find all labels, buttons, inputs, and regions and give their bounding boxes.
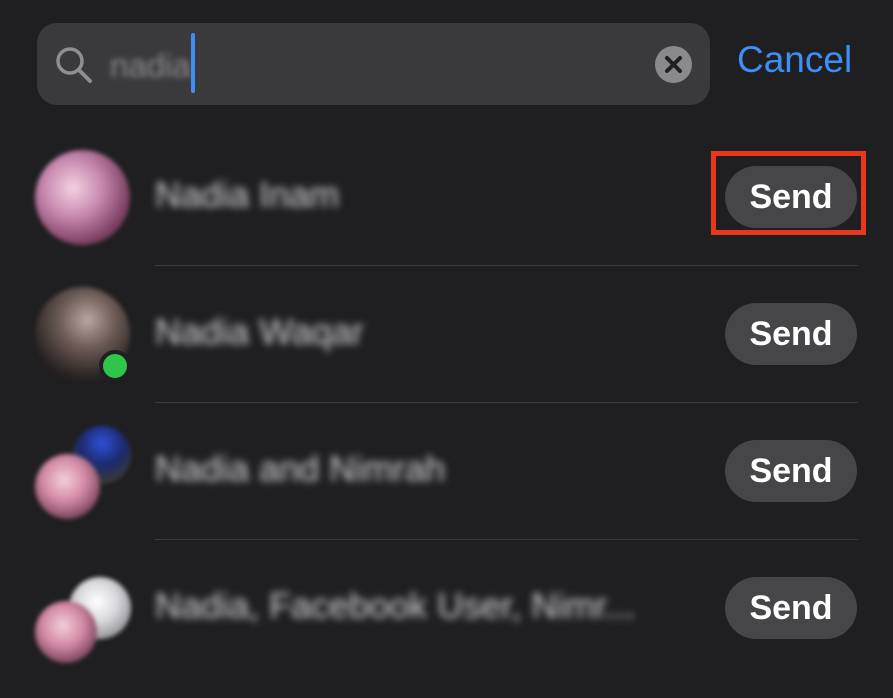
divider [155,539,858,540]
send-button[interactable]: Send [725,577,857,639]
contact-name: Nadia, Facebook User, Nimr... [155,585,636,626]
share-sheet: nadia Cancel Nadia Inam Send Nadia Waqar… [0,0,893,698]
online-status-indicator [99,350,131,382]
list-item[interactable]: Nadia, Facebook User, Nimr... Send [0,547,893,684]
avatar-image [35,601,97,663]
avatar-image [35,454,100,519]
group-avatar [35,561,131,663]
avatar [35,150,130,245]
list-item[interactable]: Nadia Waqar Send [0,273,893,410]
avatar-image [35,150,130,245]
divider [155,402,858,403]
send-button[interactable]: Send [725,303,857,365]
contact-name: Nadia Inam [155,174,340,215]
highlight-annotation [711,151,866,235]
contact-name: Nadia Waqar [155,311,364,352]
avatar [35,287,131,382]
group-avatar [35,424,131,519]
contact-name: Nadia and Nimrah [155,448,446,489]
contact-list: Nadia Inam Send Nadia Waqar Send Nadia a… [0,0,893,698]
send-button[interactable]: Send [725,440,857,502]
list-item[interactable]: Nadia and Nimrah Send [0,410,893,547]
divider [155,265,858,266]
